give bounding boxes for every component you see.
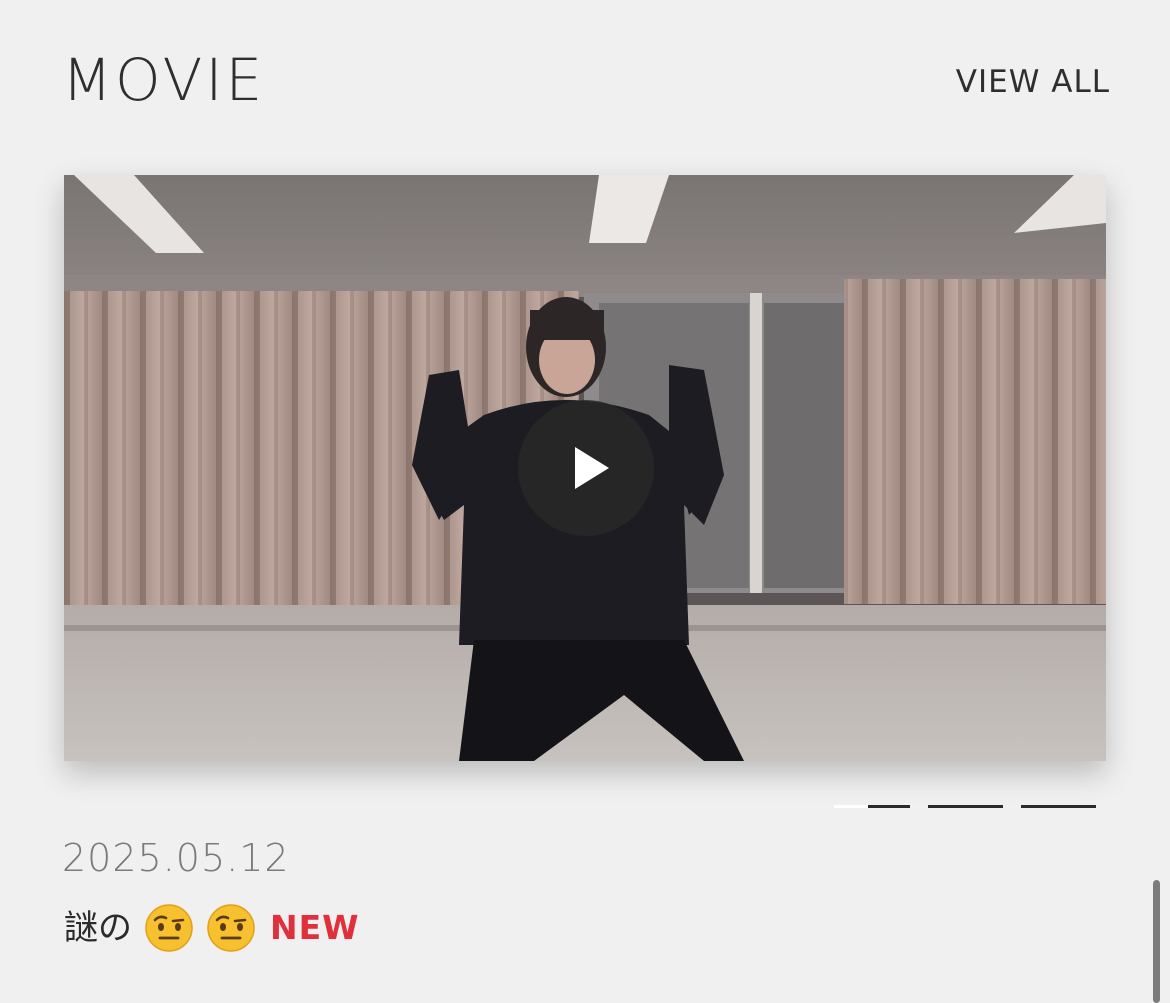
- face-with-raised-eyebrow-icon: [206, 903, 256, 953]
- post-title-link[interactable]: 謎の NEW: [64, 900, 360, 956]
- section-title: MOVIE: [62, 46, 266, 114]
- carousel-pager: [834, 805, 1098, 809]
- play-button[interactable]: [518, 400, 654, 536]
- view-all-link[interactable]: VIEW ALL: [956, 62, 1110, 102]
- pager-progress: [834, 805, 869, 808]
- post-title-text: 謎の: [64, 908, 132, 948]
- new-badge: NEW: [270, 908, 360, 947]
- face-with-raised-eyebrow-icon: [144, 903, 194, 953]
- post-date: 2025.05.12: [62, 836, 290, 880]
- page-scrollbar[interactable]: [1153, 880, 1160, 1003]
- movie-section: MOVIE VIEW ALL 2025.05.12 謎の NEW: [0, 0, 1170, 1003]
- play-icon: [575, 447, 609, 489]
- pager-segment-2[interactable]: [928, 805, 1003, 808]
- pager-segment-3[interactable]: [1021, 805, 1096, 808]
- video-player[interactable]: [64, 175, 1106, 761]
- pager-segment-1[interactable]: [834, 805, 910, 808]
